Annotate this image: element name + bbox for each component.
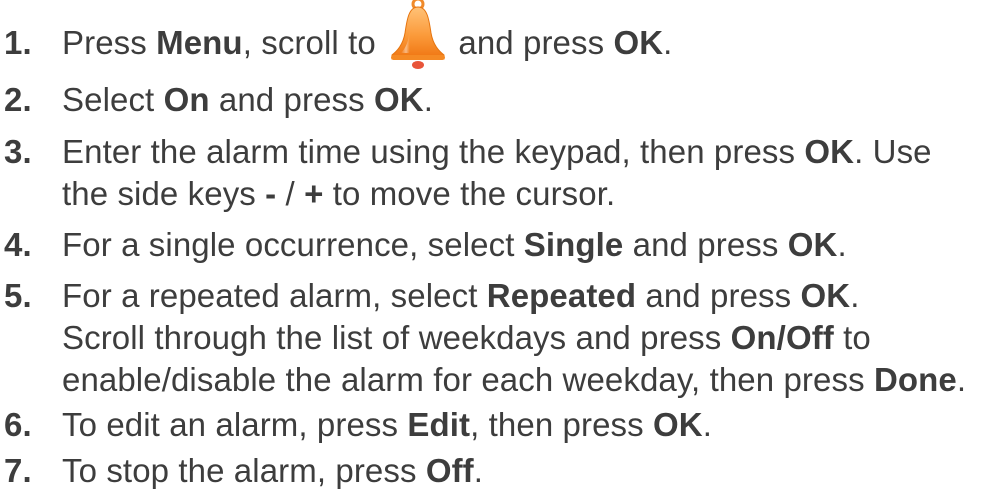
text-run: / [276, 175, 305, 212]
step-line: For a repeated alarm, select Repeated an… [62, 275, 966, 317]
step-text: To stop the alarm, press Off. [62, 450, 483, 492]
step-text: Enter the alarm time using the keypad, t… [62, 131, 932, 215]
text-run: For a repeated alarm, select [62, 277, 487, 314]
text-run: Select [62, 81, 164, 118]
text-run: . [473, 452, 484, 489]
key-label-single: Single [523, 226, 624, 263]
step-number: 4. [4, 226, 32, 263]
text-run: , scroll to [242, 24, 386, 61]
key-label-edit: Edit [407, 406, 471, 443]
text-run: Enter the alarm time using the keypad, t… [62, 133, 805, 170]
step-text: For a single occurrence, select Single a… [62, 224, 847, 266]
step-number: 6. [4, 406, 32, 443]
step-number: 1. [4, 24, 32, 61]
step-number: 5. [4, 277, 32, 314]
text-run: / [776, 319, 786, 356]
step-line: the side keys - / + to move the cursor. [62, 173, 932, 215]
key-label-ok: OK [613, 24, 664, 61]
text-run: the side keys [62, 175, 266, 212]
key-label-on: On [163, 81, 210, 118]
step-line: Enter the alarm time using the keypad, t… [62, 131, 932, 173]
text-run: and press [636, 277, 801, 314]
step-number: 3. [4, 133, 32, 170]
step-text: To edit an alarm, press Edit, then press… [62, 404, 712, 446]
text-run: , then press [470, 406, 654, 443]
text-run: . [663, 24, 673, 61]
text-run: To edit an alarm, press [62, 406, 408, 443]
step-line: Scroll through the list of weekdays and … [62, 317, 966, 359]
text-run: Scroll through the list of weekdays and … [62, 319, 731, 356]
alarm-bell-icon [387, 0, 447, 70]
text-run: and press [209, 81, 374, 118]
key-label-plus: + [304, 175, 324, 212]
step-number: 7. [4, 452, 32, 489]
step-text: For a repeated alarm, select Repeated an… [62, 275, 966, 401]
text-run: Press [62, 24, 157, 61]
text-run: . Use [854, 133, 932, 170]
text-run: and press [623, 226, 788, 263]
key-label-ok: OK [374, 81, 424, 118]
step-line: enable/disable the alarm for each weekda… [62, 359, 966, 401]
step-text: Select On and press OK. [62, 79, 433, 121]
key-label-done: Done [873, 361, 957, 398]
key-label-off: Off [785, 319, 834, 356]
key-label-ok: OK [787, 226, 838, 263]
text-run: . [702, 406, 713, 443]
key-label-menu: Menu [156, 24, 243, 61]
step-number: 2. [4, 81, 32, 118]
key-label-ok: OK [804, 133, 855, 170]
text-run: To stop the alarm, press [62, 452, 426, 489]
key-label-repeated: Repeated [486, 277, 637, 314]
key-label-off: Off [425, 452, 474, 489]
key-label-on: On [730, 319, 777, 356]
text-run: For a single occurrence, select [62, 226, 524, 263]
text-run: . [423, 81, 433, 118]
alarm-bell-icon-graphic [391, 0, 446, 70]
key-label-minus: - [265, 175, 277, 212]
text-run: to [833, 319, 871, 356]
text-run: to move the cursor. [323, 175, 616, 212]
key-label-ok: OK [653, 406, 703, 443]
text-run: . [956, 361, 967, 398]
text-run: . [837, 226, 847, 263]
key-label-ok: OK [800, 277, 851, 314]
text-run: enable/disable the alarm for each weekda… [62, 361, 874, 398]
text-run: and press [449, 24, 614, 61]
step-text: Press Menu, scroll to and press OK. [62, 0, 673, 70]
text-run: . [850, 277, 860, 314]
